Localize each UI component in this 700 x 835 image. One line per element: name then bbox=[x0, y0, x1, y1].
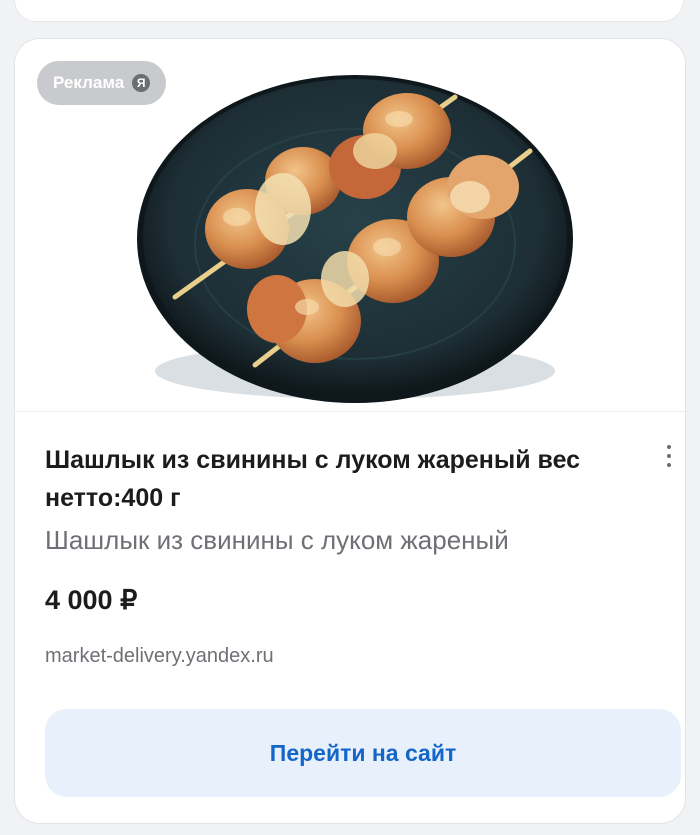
ad-title[interactable]: Шашлык из свинины с луком жареный вес не… bbox=[45, 441, 635, 517]
ad-price: 4 000 ₽ bbox=[45, 585, 138, 615]
more-options-button[interactable] bbox=[659, 441, 679, 471]
ad-domain[interactable]: market-delivery.yandex.ru bbox=[45, 645, 274, 668]
more-dot-icon bbox=[667, 445, 671, 449]
yandex-icon: Я bbox=[132, 74, 151, 92]
product-image[interactable]: Реклама Я bbox=[15, 39, 685, 412]
ad-badge[interactable]: Реклама Я bbox=[37, 61, 167, 105]
previous-card bbox=[14, 0, 684, 22]
ad-badge-label: Реклама bbox=[53, 73, 125, 92]
more-dot-icon bbox=[667, 463, 671, 467]
more-dot-icon bbox=[667, 454, 671, 458]
ad-card[interactable]: Реклама Я Шашлык из свинины с луком жаре… bbox=[14, 38, 686, 824]
ad-subtitle: Шашлык из свинины с луком жареный bbox=[45, 525, 509, 555]
go-to-site-button[interactable]: Перейти на сайт bbox=[45, 709, 681, 797]
